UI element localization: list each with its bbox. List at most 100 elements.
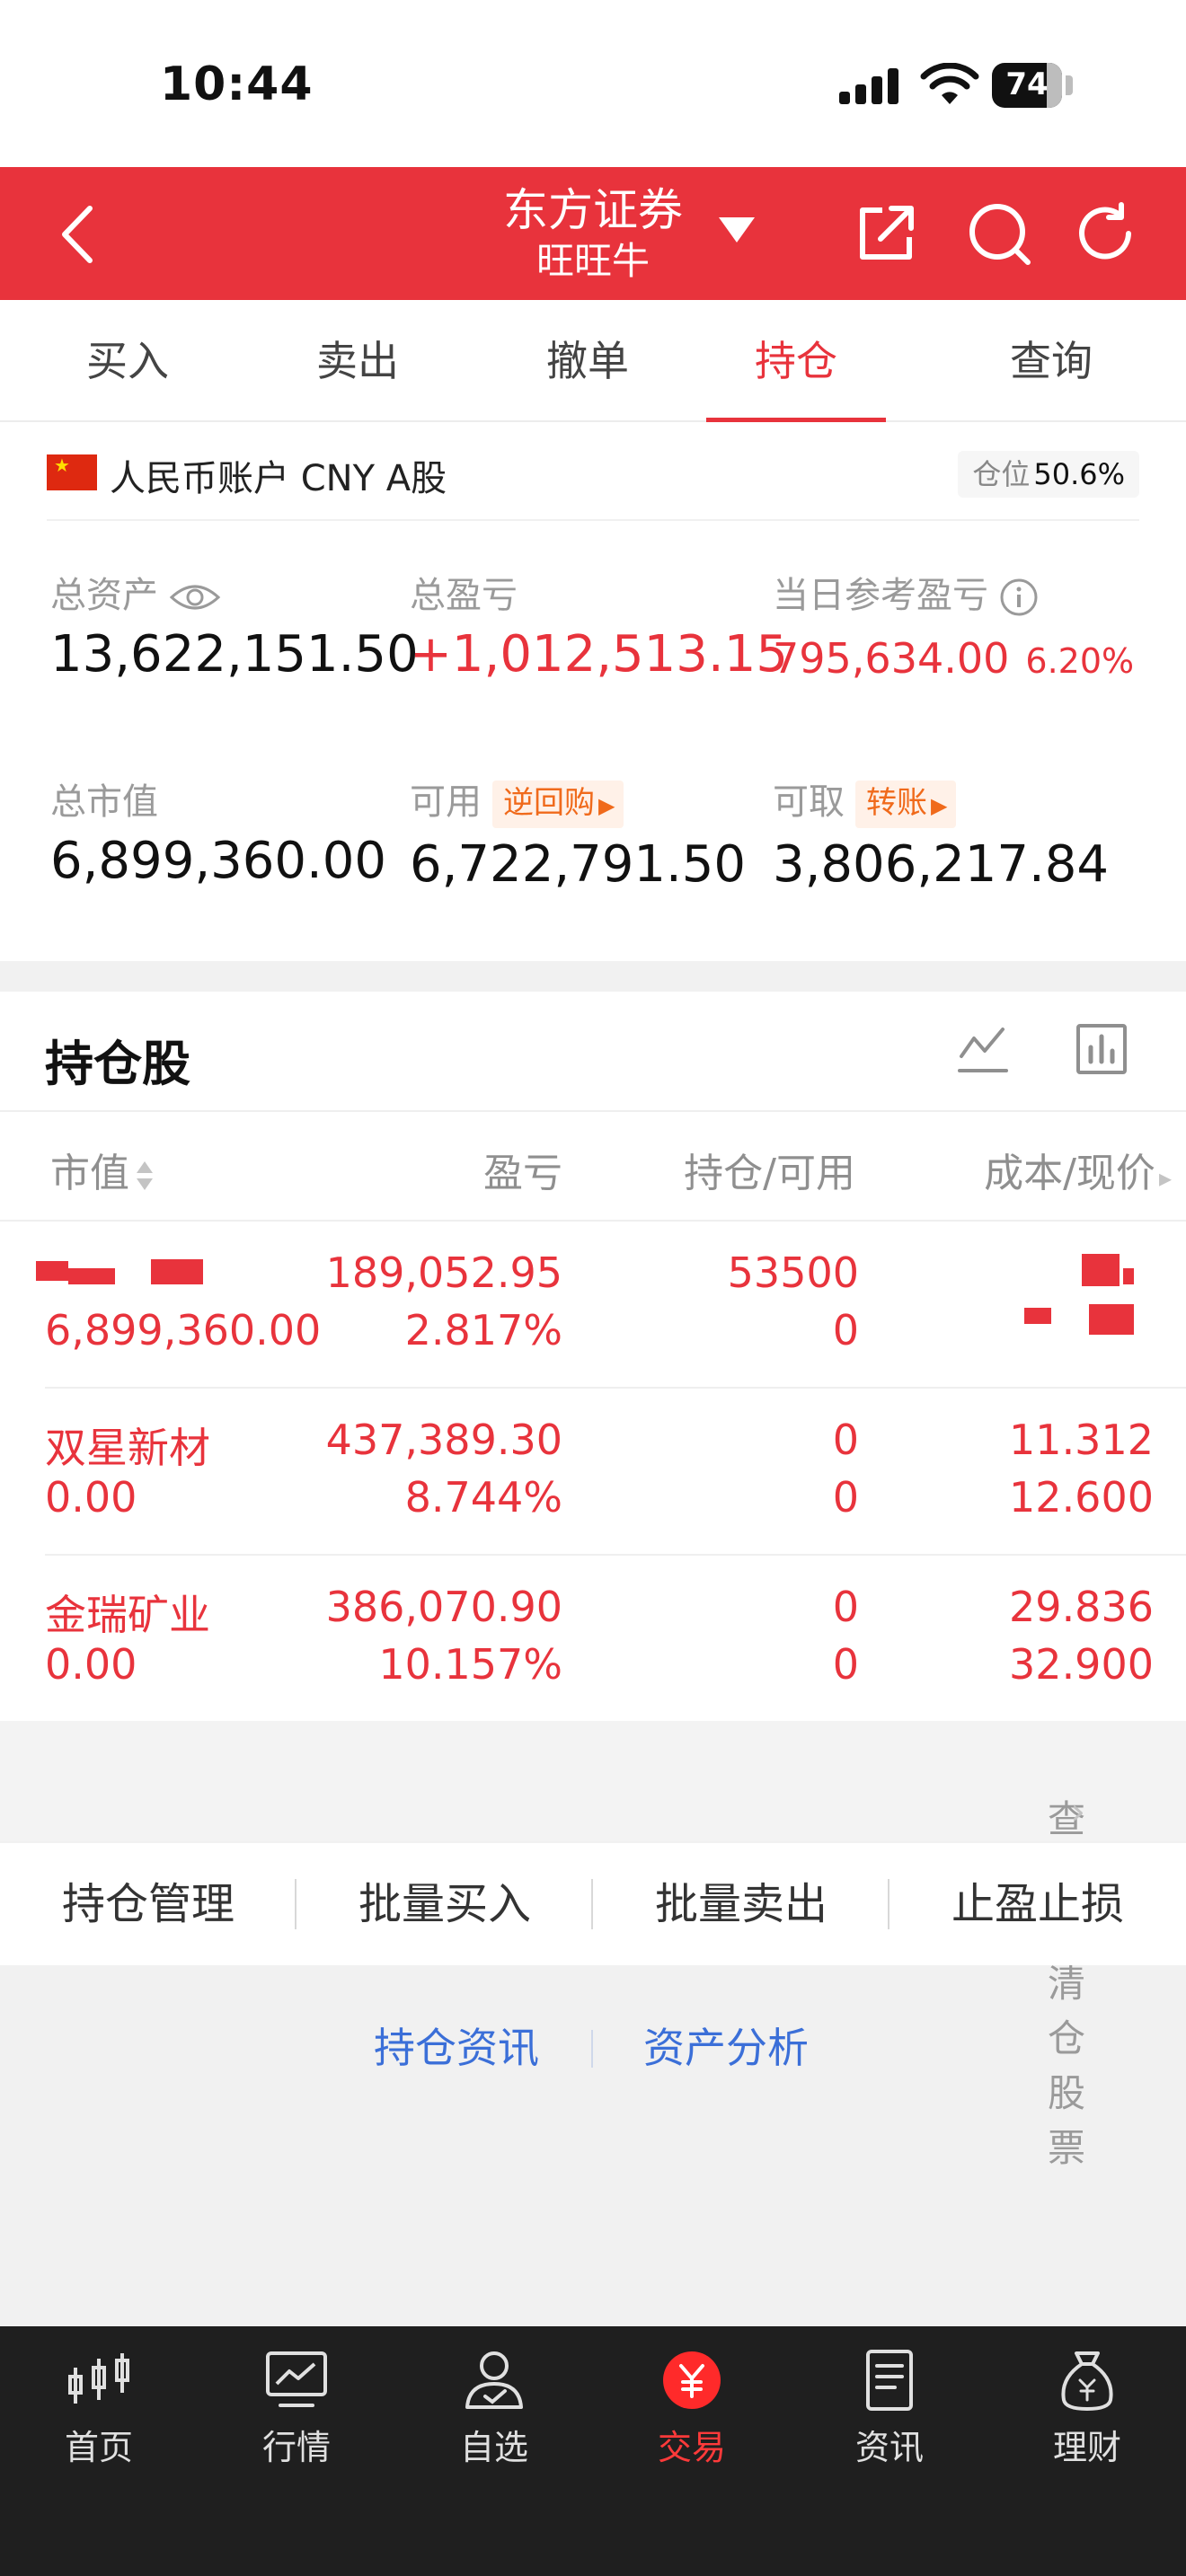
china-flag-icon: ★ [47, 454, 97, 490]
market-value: 总市值 6,899,360.00 [50, 772, 386, 890]
available-label: 可用 [410, 781, 482, 823]
eye-icon[interactable] [169, 581, 221, 613]
refresh-icon[interactable] [1073, 201, 1137, 266]
holding-position: 53500 [727, 1248, 859, 1297]
app-header: 东方证券 旺旺牛 [0, 167, 1186, 300]
holdings-section: 持仓股 市值 盈亏 持仓/可用 成本/现价 ▸ 6,899,360.00 189,… [0, 992, 1186, 1721]
redacted-cost [1082, 1254, 1120, 1286]
sort-icon[interactable] [135, 1156, 155, 1195]
holding-market-value: 6,899,360.00 [45, 1306, 322, 1354]
wifi-icon [920, 63, 979, 104]
holding-market-value: 0.00 [45, 1640, 137, 1689]
holding-price: 32.900 [1009, 1640, 1154, 1689]
nav-wealth[interactable]: 理财 [988, 2348, 1186, 2483]
holding-actions: 持仓管理 批量买入 批量卖出 止盈止损 [0, 1843, 1186, 1965]
bottom-links: 持仓资讯 资产分析 [0, 1967, 1186, 2120]
moneybag-icon [1061, 2351, 1113, 2411]
holding-available: 0 [832, 1640, 859, 1689]
nav-news[interactable]: 资讯 [791, 2348, 988, 2483]
col-position[interactable]: 持仓/可用 [684, 1141, 855, 1198]
day-pnl-value: 795,634.00 [773, 634, 1010, 683]
col-pnl[interactable]: 盈亏 [483, 1141, 562, 1198]
candlestick-icon [68, 2353, 129, 2404]
manage-holdings-button[interactable]: 持仓管理 [0, 1843, 296, 1965]
reverse-repo-button[interactable]: 逆回购 ▶ [492, 780, 624, 828]
asset-analysis-link[interactable]: 资产分析 [643, 2016, 809, 2075]
holding-position: 0 [832, 1583, 859, 1631]
transfer-button[interactable]: 转账 ▶ [855, 780, 957, 828]
redacted-price [1089, 1304, 1134, 1335]
chevron-right-icon: ▸ [1158, 1163, 1172, 1193]
holding-cost: 29.836 [1009, 1583, 1154, 1631]
holding-market-value: 0.00 [45, 1473, 137, 1522]
stop-profit-loss-button[interactable]: 止盈止损 [890, 1843, 1186, 1965]
yen-icon [663, 2351, 721, 2409]
total-pnl: 总盈亏 +1,012,513.15 [410, 566, 788, 684]
trend-chart-icon[interactable] [956, 1022, 1010, 1076]
col-cost[interactable]: 成本/现价 ▸ [984, 1141, 1172, 1198]
position-value: 50.6% [1033, 457, 1125, 491]
batch-buy-button[interactable]: 批量买入 [296, 1843, 593, 1965]
account-nickname[interactable]: 旺旺牛 [485, 239, 701, 284]
nav-home-label: 首页 [64, 2428, 133, 2467]
info-icon[interactable] [999, 578, 1039, 617]
divider [591, 2030, 593, 2068]
redacted-price [1024, 1308, 1051, 1324]
battery-cap [1066, 75, 1073, 95]
holding-name: 金瑞矿业 [45, 1591, 210, 1639]
nav-watchlist-label: 自选 [459, 2428, 528, 2467]
share-icon[interactable] [855, 201, 918, 264]
document-icon [866, 2350, 913, 2411]
total-assets: 总资产 13,622,151.50 [50, 566, 419, 684]
caret-down-icon[interactable] [717, 214, 757, 244]
bottom-nav: 首页 行情 自选 交易 资讯 理财 [0, 2326, 1186, 2576]
transfer-label: 转账 [866, 784, 927, 821]
day-pnl-label: 当日参考盈亏 [773, 575, 988, 616]
nav-market[interactable]: 行情 [198, 2348, 395, 2483]
col-market-value[interactable]: 市值 [50, 1141, 155, 1198]
position-label: 仓位 [972, 457, 1031, 491]
holding-pnl: 386,070.90 [325, 1583, 562, 1631]
search-icon[interactable] [967, 201, 1031, 266]
redacted-name [151, 1259, 203, 1284]
holding-pnl-pct: 2.817% [404, 1306, 562, 1354]
battery-level: 74 [1005, 66, 1049, 102]
holding-row[interactable]: 双星新材 0.00 437,389.30 8.744% 0 0 11.312 1… [0, 1389, 1186, 1556]
bar-chart-icon[interactable] [1075, 1022, 1128, 1076]
total-pnl-label: 总盈亏 [410, 575, 518, 616]
available-value: 6,722,791.50 [410, 834, 747, 894]
market-value-value: 6,899,360.00 [50, 832, 387, 890]
holdings-title: 持仓股 [45, 1036, 190, 1092]
tab-holdings[interactable]: 持仓 [703, 300, 890, 424]
col-market-value-label: 市值 [50, 1151, 129, 1196]
view-cleared-stocks[interactable]: 查看已清仓股票› [0, 1721, 1186, 2170]
account-row[interactable]: ★ 人民币账户 CNY A股 仓位 50.6% [47, 449, 1139, 521]
tab-sell[interactable]: 卖出 [243, 300, 473, 422]
back-icon[interactable] [52, 203, 106, 266]
account-name: 人民币账户 CNY A股 [110, 458, 447, 499]
nav-trade[interactable]: 交易 [593, 2348, 791, 2483]
play-icon: ▶ [931, 792, 948, 818]
nav-wealth-label: 理财 [1052, 2428, 1121, 2467]
holding-pnl-pct: 8.744% [404, 1473, 562, 1522]
redacted-name [36, 1261, 68, 1281]
broker-name[interactable]: 东方证券 [485, 183, 701, 237]
nav-watchlist[interactable]: 自选 [395, 2348, 593, 2483]
holding-pnl: 189,052.95 [325, 1248, 562, 1297]
holding-row[interactable]: 6,899,360.00 189,052.95 2.817% 53500 0 [0, 1222, 1186, 1389]
redacted-name [68, 1268, 115, 1284]
play-icon: ▶ [598, 792, 615, 818]
signal-icon [839, 66, 902, 104]
batch-sell-button[interactable]: 批量卖出 [593, 1843, 890, 1965]
holding-position: 0 [832, 1416, 859, 1464]
holdings-news-link[interactable]: 持仓资讯 [374, 2016, 539, 2075]
battery-icon: 74 [992, 63, 1062, 108]
tab-cancel[interactable]: 撤单 [473, 300, 703, 422]
holding-row[interactable]: 金瑞矿业 0.00 386,070.90 10.157% 0 0 29.836 … [0, 1556, 1186, 1723]
position-ratio: 仓位 50.6% [958, 451, 1139, 498]
holding-name: 双星新材 [45, 1424, 210, 1472]
tab-query[interactable]: 查询 [936, 300, 1166, 422]
tab-buy[interactable]: 买入 [13, 300, 243, 422]
nav-market-label: 行情 [261, 2428, 331, 2467]
nav-home[interactable]: 首页 [0, 2348, 198, 2483]
